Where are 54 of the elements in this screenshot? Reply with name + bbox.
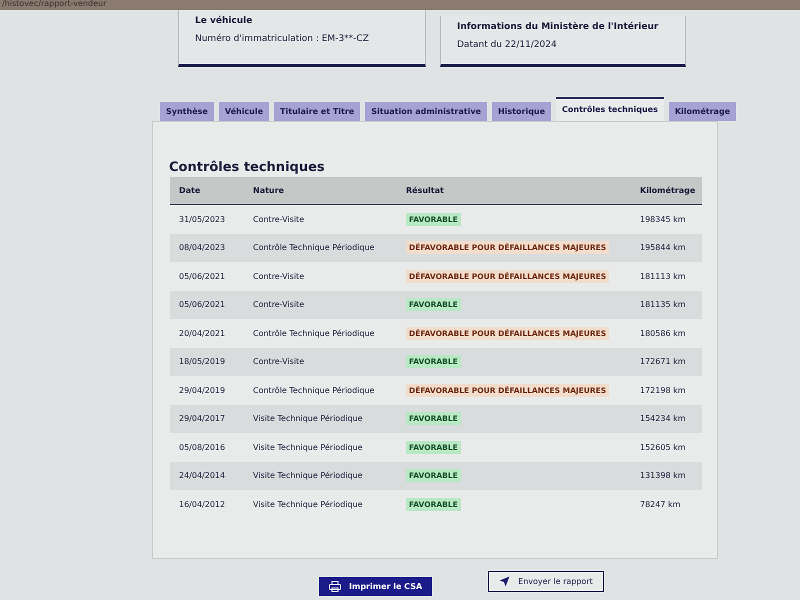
tab[interactable]: Situation administrative [365,102,487,121]
table-cell-text: 154234 km [640,414,687,424]
card-text: Numéro d'immatriculation : EM-3**-CZ [195,34,370,44]
table-cell-text: 20/04/2021 [178,328,226,338]
send-icon [499,576,510,587]
printer-icon [329,581,341,592]
url-text: /histovec/rapport-vendeur [1,0,106,8]
tab[interactable]: Kilométrage [668,102,736,121]
table-cell-text: Contrôle Technique Périodique [253,386,376,395]
table-cell-text: Visite Technique Périodique [253,442,364,452]
table-cell-text: 172671 km [640,357,687,366]
table-cell-text: Visite Technique Périodique [253,500,364,509]
table-cell-text: 198345 km [640,214,687,224]
table-cell-text: Contrôle Technique Périodique [253,243,376,252]
table-cell-text: Contrôle Technique Périodique [253,328,376,338]
table-cell-text: 195844 km [640,243,687,252]
table-cell-text: 172198 km [640,386,687,395]
table-cell-text: 31/05/2023 [178,214,226,224]
table-cell-text: 05/08/2016 [178,442,226,452]
table-cell-text: 29/04/2017 [178,414,226,424]
table-cell-text: 78247 km [640,500,682,509]
table-cell-text: 16/04/2012 [178,500,226,509]
column-header: Résultat [406,186,445,195]
tab[interactable]: Contrôles techniques [556,97,664,121]
table-cell-text: Visite Technique Périodique [253,471,364,480]
table-cell-text: 180586 km [640,328,687,338]
card-title: Informations du Ministère de l'Intérieur [457,22,660,32]
table-cell-text: 18/05/2019 [178,357,226,366]
table-cell-text: 181135 km [640,300,687,310]
column-header: Kilométrage [640,186,696,195]
table-cell-text: Contre-Visite [253,214,306,224]
tab[interactable]: Historique [492,102,552,121]
table-cell-text: Contre-Visite [253,357,306,366]
table-cell-text: 29/04/2019 [178,386,226,395]
table-cell-text: Contre-Visite [253,300,306,310]
column-header: Date [178,186,202,195]
table-cell-text: 08/04/2023 [178,243,226,252]
table-cell-text: Contre-Visite [253,272,306,281]
table-cell-text: 131398 km [640,471,687,480]
table-cell-text: 152605 km [640,442,687,452]
tab[interactable]: Titulaire et Titre [274,102,360,121]
table-cell-text: 05/06/2021 [178,272,226,281]
print-button[interactable]: Imprimer le CSA [319,577,432,596]
table-cell-text: 05/06/2021 [178,300,226,310]
column-header: Nature [253,186,285,195]
card-text: Datant du 22/11/2024 [457,40,558,50]
table-cell-text: 181113 km [640,272,687,281]
send-button[interactable]: Envoyer le rapport [488,571,604,592]
tab[interactable]: Véhicule [218,102,270,121]
table-cell-text: 24/04/2014 [178,471,226,480]
card-title: Le véhicule [195,16,254,26]
section-title: Contrôles techniques [169,160,325,175]
table-cell-text: Visite Technique Périodique [253,414,364,424]
tab[interactable]: Synthèse [160,102,214,121]
